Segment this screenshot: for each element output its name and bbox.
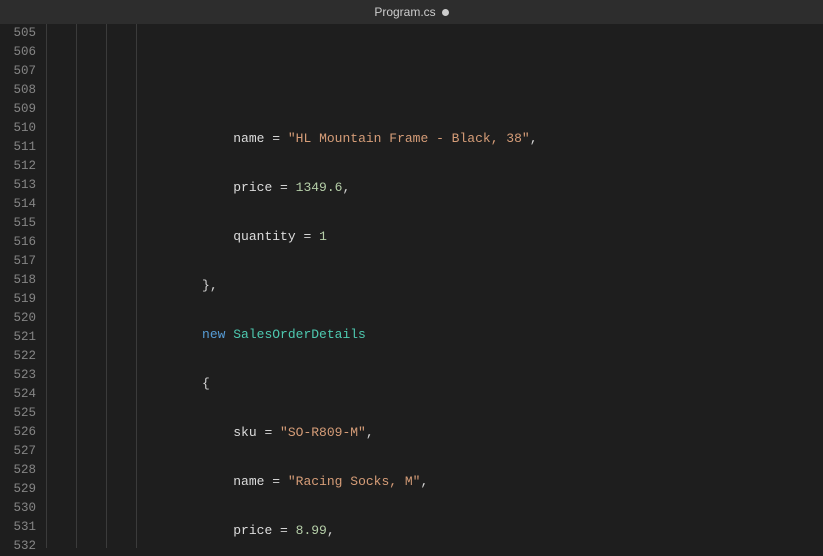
line-number: 512 — [6, 157, 36, 176]
tab-filename: Program.cs — [374, 5, 435, 19]
line-number: 532 — [6, 537, 36, 556]
line-number: 526 — [6, 423, 36, 442]
tab-program-cs[interactable]: Program.cs — [374, 5, 448, 19]
line-number: 517 — [6, 252, 36, 271]
code-line[interactable]: quantity = 1 — [46, 227, 823, 246]
line-number: 519 — [6, 290, 36, 309]
line-number: 515 — [6, 214, 36, 233]
code-line[interactable]: name = "Racing Socks, M", — [46, 472, 823, 491]
tab-bar: Program.cs — [0, 0, 823, 24]
code-line[interactable]: price = 1349.6, — [46, 178, 823, 197]
line-number: 509 — [6, 100, 36, 119]
unsaved-indicator-icon — [442, 9, 449, 16]
line-number: 521 — [6, 328, 36, 347]
line-number: 507 — [6, 62, 36, 81]
code-line[interactable]: new SalesOrderDetails — [46, 325, 823, 344]
line-number: 506 — [6, 43, 36, 62]
line-number: 529 — [6, 480, 36, 499]
line-number: 514 — [6, 195, 36, 214]
line-number: 516 — [6, 233, 36, 252]
line-number: 510 — [6, 119, 36, 138]
code-line[interactable]: }, — [46, 276, 823, 295]
line-number: 531 — [6, 518, 36, 537]
line-number: 524 — [6, 385, 36, 404]
line-number: 530 — [6, 499, 36, 518]
line-number: 522 — [6, 347, 36, 366]
line-number: 505 — [6, 24, 36, 43]
code-area[interactable]: name = "HL Mountain Frame - Black, 38", … — [46, 24, 823, 548]
code-line[interactable]: price = 8.99, — [46, 521, 823, 540]
line-number: 523 — [6, 366, 36, 385]
code-editor[interactable]: 505 506 507 508 509 510 511 512 513 514 … — [0, 24, 823, 548]
line-number: 508 — [6, 81, 36, 100]
line-number-gutter: 505 506 507 508 509 510 511 512 513 514 … — [0, 24, 46, 548]
line-number: 527 — [6, 442, 36, 461]
code-line[interactable]: { — [46, 374, 823, 393]
line-number: 518 — [6, 271, 36, 290]
code-line[interactable]: sku = "SO-R809-M", — [46, 423, 823, 442]
line-number: 511 — [6, 138, 36, 157]
line-number: 525 — [6, 404, 36, 423]
line-number: 528 — [6, 461, 36, 480]
line-number: 520 — [6, 309, 36, 328]
code-line[interactable]: name = "HL Mountain Frame - Black, 38", — [46, 129, 823, 148]
line-number: 513 — [6, 176, 36, 195]
